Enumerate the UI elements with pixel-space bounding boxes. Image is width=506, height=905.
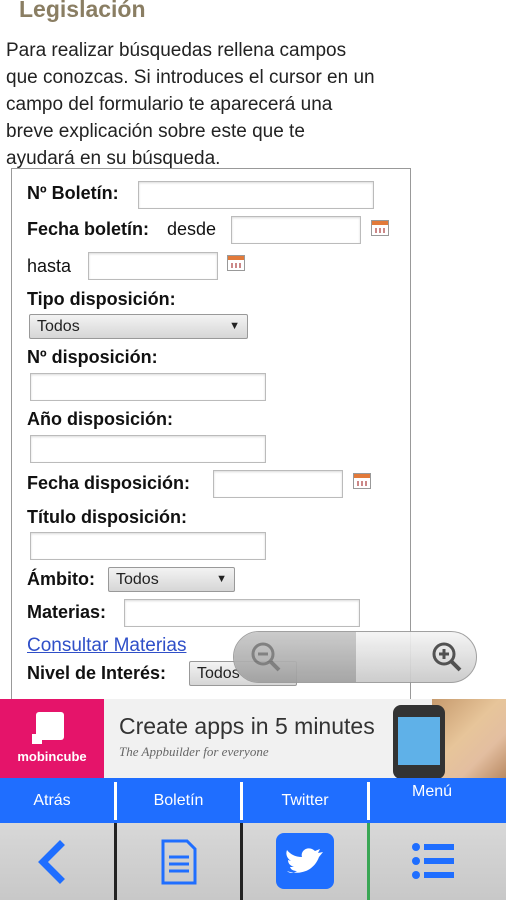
page-title: Legislación	[19, 0, 146, 22]
dropdown-arrow-icon: ▼	[229, 320, 240, 332]
consultar-materias-link[interactable]: Consultar Materias	[27, 635, 186, 657]
calendar-icon[interactable]	[371, 220, 389, 236]
fecha-disposicion-label: Fecha disposición:	[27, 473, 191, 493]
titulo-disposicion-input[interactable]	[30, 532, 266, 560]
nivel-interes-label: Nivel de Interés:	[27, 663, 167, 683]
mobincube-logo: mobincube	[0, 699, 104, 778]
intro-text: Para realizar búsquedas rellena campos q…	[6, 37, 426, 172]
desde-label: desde	[167, 219, 217, 239]
document-icon	[161, 839, 197, 885]
tab-atras[interactable]: Atrás	[0, 778, 104, 823]
tipo-disposicion-select[interactable]: Todos ▼	[29, 314, 248, 339]
ad-headline: Create apps in 5 minutes	[119, 713, 375, 739]
ambito-label: Ámbito:	[27, 569, 95, 589]
num-disposicion-input[interactable]	[30, 373, 266, 401]
twitter-icon	[276, 833, 334, 889]
ad-subline: The Appbuilder for everyone	[119, 744, 269, 759]
tipo-disposicion-label: Tipo disposición:	[27, 289, 176, 309]
zoom-out-icon[interactable]	[249, 640, 283, 674]
num-disposicion-label: Nº disposición:	[27, 347, 158, 367]
zoom-control	[233, 631, 477, 683]
intro-line: campo del formulario te aparecerá una	[6, 94, 333, 115]
ambito-value: Todos	[116, 571, 159, 588]
ad-brand: mobincube	[17, 749, 87, 764]
fecha-hasta-input[interactable]	[88, 252, 218, 280]
tab-twitter[interactable]: Twitter	[243, 778, 367, 823]
intro-line: que conozcas. Si introduces el cursor en…	[6, 67, 375, 88]
hasta-label: hasta	[27, 256, 72, 276]
ad-banner[interactable]: mobincube Create apps in 5 minutes The A…	[0, 699, 506, 778]
menu-button[interactable]	[370, 823, 506, 900]
ambito-select[interactable]: Todos ▼	[108, 567, 235, 592]
calendar-icon[interactable]	[227, 255, 245, 271]
dropdown-arrow-icon: ▼	[216, 573, 227, 585]
anio-disposicion-input[interactable]	[30, 435, 266, 463]
materias-input[interactable]	[124, 599, 360, 627]
intro-line: Para realizar búsquedas rellena campos	[6, 40, 347, 61]
bottom-navigation	[0, 823, 506, 900]
titulo-disposicion-label: Título disposición:	[27, 507, 187, 527]
boletin-label: Nº Boletín:	[27, 183, 119, 203]
tab-boletin[interactable]: Boletín	[117, 778, 240, 823]
intro-line: breve explicación sobre este que te	[6, 121, 305, 142]
tipo-disposicion-value: Todos	[37, 318, 80, 335]
anio-disposicion-label: Año disposición:	[27, 409, 173, 429]
zoom-in-icon[interactable]	[430, 640, 464, 674]
materias-label: Materias:	[27, 602, 107, 622]
logo-mark-icon	[32, 712, 64, 744]
twitter-button[interactable]	[243, 823, 367, 900]
search-form: Nº Boletín: Fecha boletín: desde hasta T…	[11, 168, 411, 708]
chevron-left-icon	[38, 840, 65, 884]
tab-menu[interactable]: Menú	[370, 778, 494, 823]
back-button[interactable]	[0, 823, 114, 900]
boletin-input[interactable]	[138, 181, 374, 209]
fecha-desde-input[interactable]	[231, 216, 361, 244]
phone-image	[393, 705, 445, 778]
fecha-disposicion-input[interactable]	[213, 470, 343, 498]
tab-bar: Atrás Boletín Twitter Menú	[0, 778, 506, 823]
calendar-icon[interactable]	[353, 473, 371, 489]
document-button[interactable]	[117, 823, 240, 900]
list-icon	[412, 843, 454, 879]
fecha-boletin-label: Fecha boletín:	[27, 219, 150, 239]
